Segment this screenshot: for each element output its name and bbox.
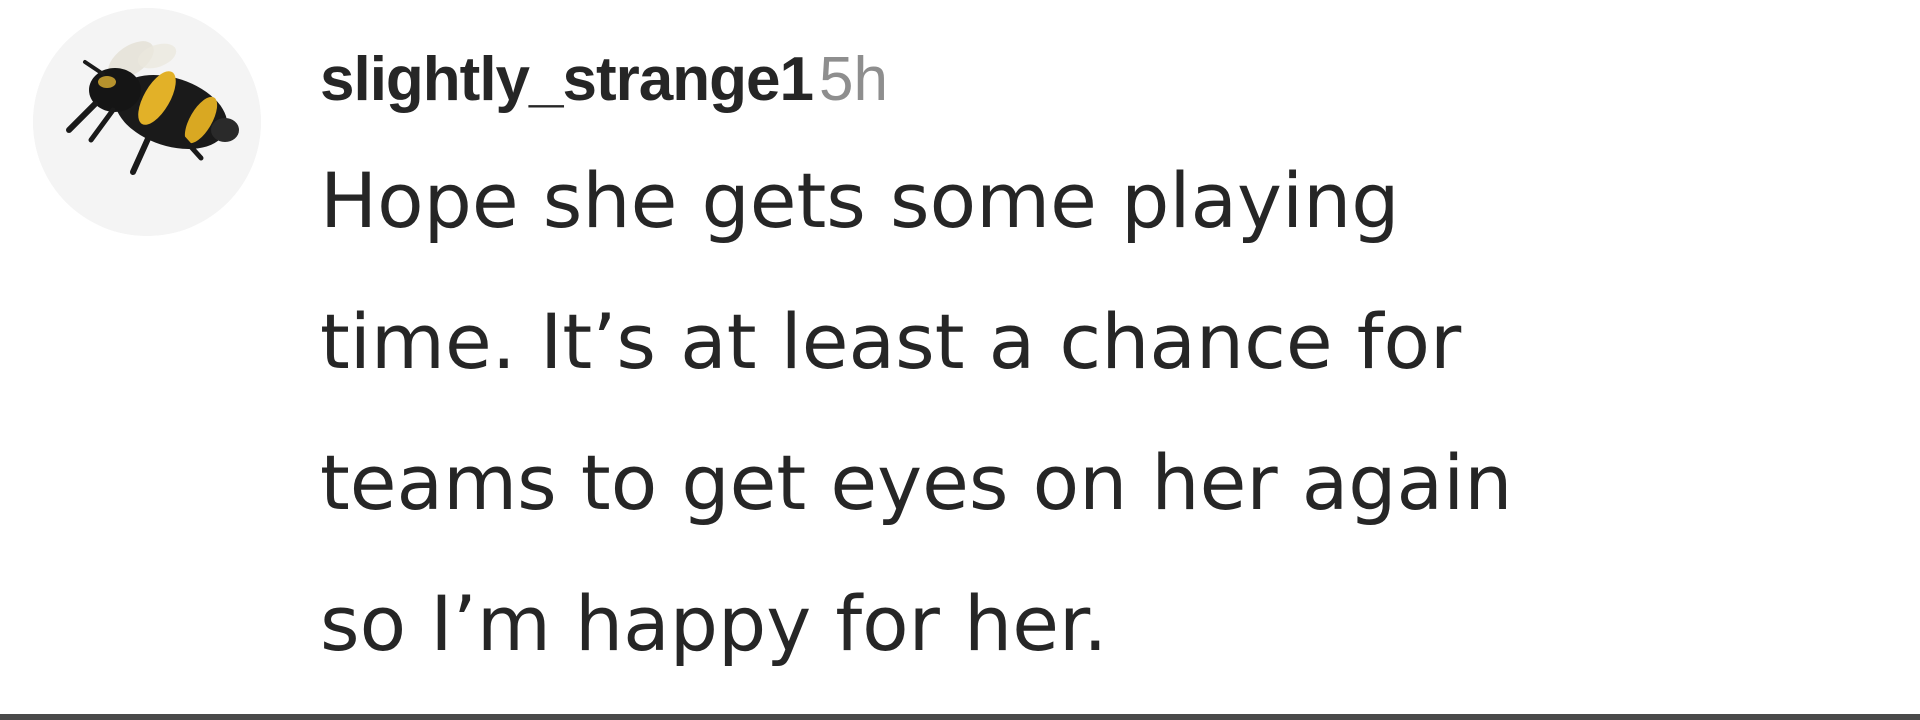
comment-text-line: time. It’s at least a chance for — [320, 297, 1462, 386]
comment-body: slightly_strange15h Hope she gets some p… — [320, 30, 1900, 694]
comment-text-line: Hope she gets some playing — [320, 156, 1400, 245]
comment-meta: slightly_strange15h — [320, 30, 1900, 130]
comment-text-line: so I’m happy for her. — [320, 579, 1108, 668]
user-avatar[interactable] — [33, 8, 261, 236]
comment-text: Hope she gets some playing time. It’s at… — [320, 130, 1910, 694]
comment-text-line: teams to get eyes on her again — [320, 438, 1513, 527]
bottom-divider — [0, 714, 1920, 720]
comment-timestamp[interactable]: 5h — [819, 45, 888, 114]
username-link[interactable]: slightly_strange1 — [320, 45, 814, 114]
comment-item: slightly_strange15h Hope she gets some p… — [0, 0, 1920, 720]
bumblebee-avatar-icon — [33, 8, 261, 236]
